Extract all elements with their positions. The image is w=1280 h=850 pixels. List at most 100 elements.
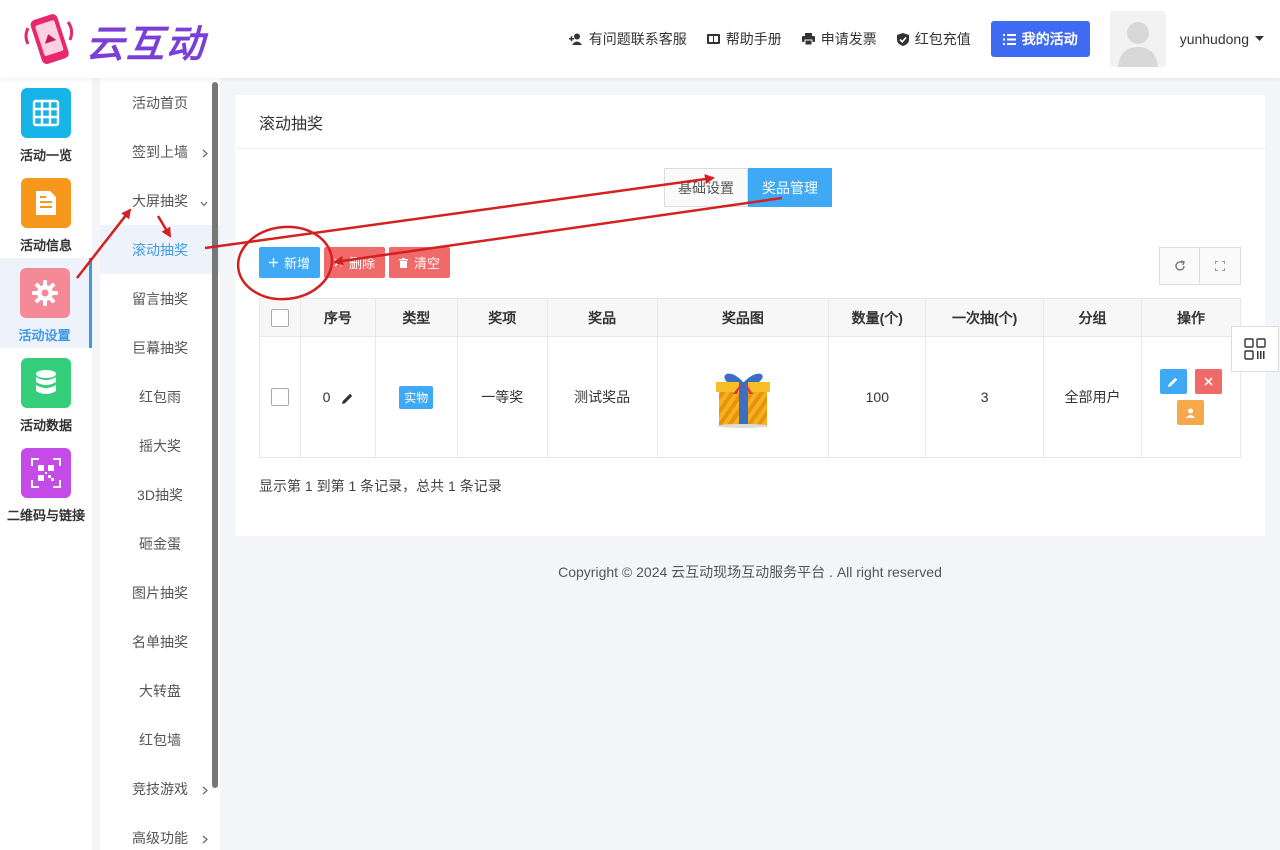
pencil-icon xyxy=(1168,377,1178,387)
edit-button[interactable] xyxy=(1159,369,1187,394)
submenu-label: 竞技游戏 xyxy=(132,780,188,797)
close-icon xyxy=(1204,377,1213,386)
rail-item-info[interactable]: 活动信息 xyxy=(0,168,92,258)
top-header: 云互动 有问题联系客服 帮助手册 申请发票 红包充值 我的活动 yunhudon… xyxy=(0,0,1280,78)
submenu-item-home[interactable]: 活动首页 xyxy=(100,78,220,127)
refresh-button[interactable] xyxy=(1159,247,1200,285)
rail-label: 二维码与链接 xyxy=(6,508,85,523)
header-per-draw[interactable]: 一次抽(个) xyxy=(925,298,1045,337)
fullscreen-button[interactable] xyxy=(1200,247,1241,285)
submenu-label: 签到上墙 xyxy=(132,143,188,160)
page-title: 滚动抽奖 xyxy=(235,95,1265,149)
my-activity-button[interactable]: 我的活动 xyxy=(990,21,1090,57)
submenu-label: 留言抽奖 xyxy=(132,290,188,307)
user-icon xyxy=(1186,408,1196,418)
my-activity-label: 我的活动 xyxy=(1021,31,1078,47)
invoice-link[interactable]: 申请发票 xyxy=(801,29,877,49)
support-label: 有问题联系客服 xyxy=(588,31,687,47)
phone-logo-icon xyxy=(24,14,74,64)
submenu-item-giant-screen-lottery[interactable]: 巨幕抽奖 xyxy=(100,323,220,372)
seq-cell: 0 xyxy=(299,336,376,458)
submenu-item-advanced[interactable]: 高级功能 xyxy=(100,813,220,850)
submenu-label: 摇大奖 xyxy=(139,437,181,454)
rail-item-overview[interactable]: 活动一览 xyxy=(0,78,92,168)
delete-label: 删除 xyxy=(349,256,376,271)
username-label: yunhudong xyxy=(1179,31,1249,47)
chevron-right-icon xyxy=(202,145,208,161)
header-quantity[interactable]: 数量(个) xyxy=(828,298,927,337)
submenu-item-list-lottery[interactable]: 名单抽奖 xyxy=(100,617,220,666)
seq-value: 0 xyxy=(322,389,331,405)
submenu-item-message-lottery[interactable]: 留言抽奖 xyxy=(100,274,220,323)
chevron-right-icon xyxy=(202,782,208,798)
submenu-label: 大转盘 xyxy=(139,682,181,699)
pencil-icon[interactable] xyxy=(342,393,353,404)
grid-icon xyxy=(21,88,71,138)
document-icon xyxy=(21,178,71,228)
qrcode-icon xyxy=(21,448,71,498)
trash-icon xyxy=(399,257,409,268)
header-level[interactable]: 奖项 xyxy=(456,298,548,337)
submenu-label: 红包雨 xyxy=(139,388,181,405)
remove-button[interactable] xyxy=(1194,369,1222,394)
submenu-item-big-screen-lottery[interactable]: 大屏抽奖 xyxy=(100,176,220,225)
footer-copyright: Copyright © 2024 云互动现场互动服务平台 . All right… xyxy=(558,564,942,580)
select-all-checkbox[interactable] xyxy=(270,308,289,327)
tab-prize-management[interactable]: 奖品管理 xyxy=(748,168,832,207)
select-all-cell xyxy=(259,298,301,337)
rail-label: 活动一览 xyxy=(19,148,72,163)
submenu-item-golden-egg[interactable]: 砸金蛋 xyxy=(100,519,220,568)
row-checkbox[interactable] xyxy=(270,388,289,407)
group-cell: 全部用户 xyxy=(1043,336,1142,458)
rail-label: 活动信息 xyxy=(19,238,72,253)
clear-button[interactable]: 清空 xyxy=(389,247,451,278)
tab-basic-settings[interactable]: 基础设置 xyxy=(664,168,748,207)
recharge-link[interactable]: 红包充值 xyxy=(896,29,971,49)
prize-cell: 测试奖品 xyxy=(546,336,658,458)
rail-item-data[interactable]: 活动数据 xyxy=(0,348,92,438)
header-group[interactable]: 分组 xyxy=(1043,298,1142,337)
add-button[interactable]: 新增 xyxy=(259,247,321,278)
submenu-item-red-envelope-rain[interactable]: 红包雨 xyxy=(100,372,220,421)
close-icon xyxy=(334,258,343,267)
pagination-info: 显示第 1 到第 1 条记录，总共 1 条记录 xyxy=(259,478,502,494)
submenu-label: 图片抽奖 xyxy=(132,584,188,601)
submenu-item-games[interactable]: 竞技游戏 xyxy=(100,764,220,813)
submenu-scrollbar[interactable] xyxy=(212,82,218,788)
header-type[interactable]: 类型 xyxy=(374,298,458,337)
submenu-item-red-envelope-wall[interactable]: 红包墙 xyxy=(100,715,220,764)
submenu-label: 3D抽奖 xyxy=(137,486,183,503)
submenu-item-wheel[interactable]: 大转盘 xyxy=(100,666,220,715)
brand-logo[interactable]: 云互动 xyxy=(22,12,232,68)
rail-item-qrcode[interactable]: 二维码与链接 xyxy=(0,438,92,528)
rail-item-settings[interactable]: 活动设置 xyxy=(0,258,92,348)
header-prize[interactable]: 奖品 xyxy=(546,298,658,337)
delete-button[interactable]: 删除 xyxy=(324,247,386,278)
submenu-label: 砸金蛋 xyxy=(139,535,181,552)
submenu-item-rolling-lottery[interactable]: 滚动抽奖 xyxy=(100,225,220,274)
shield-check-icon xyxy=(896,32,909,46)
per-draw-cell: 3 xyxy=(925,336,1045,458)
submenu-item-image-lottery[interactable]: 图片抽奖 xyxy=(100,568,220,617)
submenu-label: 高级功能 xyxy=(132,829,188,846)
rail-label: 活动设置 xyxy=(18,328,71,343)
header-seq[interactable]: 序号 xyxy=(299,298,376,337)
recharge-label: 红包充值 xyxy=(914,31,971,47)
floating-qrcode-button[interactable] xyxy=(1231,326,1279,372)
avatar[interactable] xyxy=(1109,11,1166,67)
qrcode-icon xyxy=(1244,338,1266,360)
manual-link[interactable]: 帮助手册 xyxy=(706,29,782,49)
submenu-item-3d-lottery[interactable]: 3D抽奖 xyxy=(100,470,220,519)
fullscreen-icon xyxy=(1215,261,1225,271)
database-icon xyxy=(21,358,71,408)
submenu-item-signin-wall[interactable]: 签到上墙 xyxy=(100,127,220,176)
submenu-label: 活动首页 xyxy=(132,94,188,111)
submenu-item-shake-prize[interactable]: 摇大奖 xyxy=(100,421,220,470)
user-menu[interactable]: yunhudong xyxy=(1180,31,1264,47)
support-link[interactable]: 有问题联系客服 xyxy=(568,29,687,49)
assign-user-button[interactable] xyxy=(1177,400,1205,425)
submenu-label: 巨幕抽奖 xyxy=(132,339,188,356)
table-header-row: 序号 类型 奖项 奖品 奖品图 数量(个) 一次抽(个) 分组 操作 xyxy=(259,298,1242,337)
gift-box-image[interactable] xyxy=(711,364,775,428)
header-prize-image[interactable]: 奖品图 xyxy=(656,298,830,337)
